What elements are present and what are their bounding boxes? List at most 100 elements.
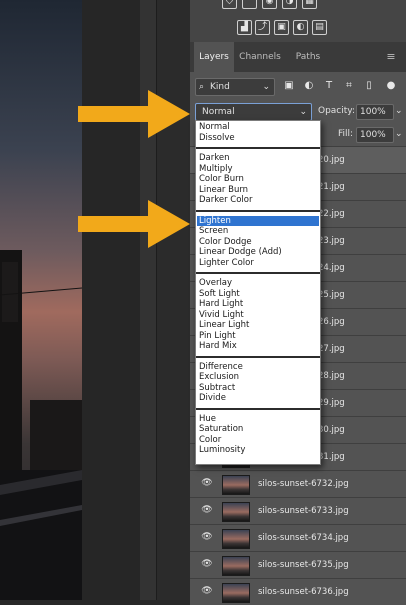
layer-name: 27.jpg bbox=[318, 344, 345, 354]
blend-option-difference[interactable]: Difference bbox=[197, 362, 319, 373]
visibility-eye-icon[interactable]: 👁 bbox=[200, 505, 214, 515]
layer-name: 24.jpg bbox=[318, 263, 345, 273]
layer-thumbnail bbox=[222, 475, 250, 495]
grid-icon[interactable]: ▦ bbox=[302, 0, 317, 9]
opacity-label: Opacity: bbox=[318, 106, 355, 116]
menu-separator bbox=[196, 407, 320, 410]
layer-row[interactable]: 👁 silos-sunset-6736.jpg bbox=[190, 578, 406, 605]
smart-object-filter-icon[interactable]: ▯ bbox=[362, 78, 376, 94]
blend-option-exclusion[interactable]: Exclusion bbox=[197, 372, 319, 383]
layer-row[interactable]: 👁 silos-sunset-6733.jpg bbox=[190, 497, 406, 524]
blend-option-pin-light[interactable]: Pin Light bbox=[197, 331, 319, 342]
blend-option-linear-burn[interactable]: Linear Burn bbox=[197, 185, 319, 196]
panel-menu-icon[interactable]: ≡ bbox=[382, 42, 400, 72]
mask-icon[interactable]: ▣ bbox=[274, 20, 289, 35]
blend-option-color-burn[interactable]: Color Burn bbox=[197, 174, 319, 185]
layer-name: silos-sunset-6734.jpg bbox=[258, 533, 349, 543]
tab-layers[interactable]: Layers bbox=[194, 42, 234, 72]
layer-name: 20.jpg bbox=[318, 155, 345, 165]
blend-row: Normal ⌄ Opacity: 100% ⌄ bbox=[190, 100, 406, 122]
tab-paths[interactable]: Paths bbox=[288, 42, 328, 72]
menu-separator bbox=[196, 355, 320, 358]
blend-option-color-dodge[interactable]: Color Dodge bbox=[197, 237, 319, 248]
blend-option-linear-light[interactable]: Linear Light bbox=[197, 320, 319, 331]
layer-name: 25.jpg bbox=[318, 290, 345, 300]
visibility-eye-icon[interactable]: 👁 bbox=[200, 559, 214, 569]
blend-option-divide[interactable]: Divide bbox=[197, 393, 319, 404]
layer-name: silos-sunset-6732.jpg bbox=[258, 479, 349, 489]
layer-thumbnail bbox=[222, 529, 250, 549]
curves-icon[interactable]: ⤴ bbox=[255, 20, 270, 35]
adjustment-filter-icon[interactable]: ◐ bbox=[302, 78, 316, 94]
blend-mode-value: Normal bbox=[202, 107, 235, 117]
blend-option-color[interactable]: Color bbox=[197, 435, 319, 446]
blend-option-soft-light[interactable]: Soft Light bbox=[197, 289, 319, 300]
blend-option-darker-color[interactable]: Darker Color bbox=[197, 195, 319, 206]
kind-filter-select[interactable]: ⌕ Kind ⌄ bbox=[195, 78, 275, 96]
adjustments-icon-row: ◇ ⌒ ◉ ◑ ▦ ▟ ⤴ ▣ ◐ ▤ bbox=[190, 0, 406, 42]
shape-filter-icon[interactable]: ⌗ bbox=[342, 78, 356, 94]
blend-option-hard-light[interactable]: Hard Light bbox=[197, 299, 319, 310]
blend-option-normal[interactable]: Normal bbox=[197, 122, 319, 133]
filter-toggle-icon[interactable]: ● bbox=[384, 78, 398, 94]
fill-field[interactable]: 100% bbox=[356, 127, 394, 143]
layer-row[interactable]: 👁 silos-sunset-6732.jpg bbox=[190, 470, 406, 497]
blend-option-darken[interactable]: Darken bbox=[197, 153, 319, 164]
levels-icon[interactable]: ▟ bbox=[237, 20, 252, 35]
blend-option-hard-mix[interactable]: Hard Mix bbox=[197, 341, 319, 352]
shape-icon[interactable]: ◇ bbox=[222, 0, 237, 9]
visibility-eye-icon[interactable]: 👁 bbox=[200, 478, 214, 488]
layer-name: 31.jpg bbox=[318, 452, 345, 462]
blend-option-lighter-color[interactable]: Lighter Color bbox=[197, 258, 319, 269]
layer-thumbnail bbox=[222, 583, 250, 603]
visibility-eye-icon[interactable]: 👁 bbox=[200, 586, 214, 596]
image-filter-icon[interactable]: ▣ bbox=[282, 78, 296, 94]
table-icon[interactable]: ▤ bbox=[312, 20, 327, 35]
menu-separator bbox=[196, 272, 320, 274]
blend-option-linear-dodge-add[interactable]: Linear Dodge (Add) bbox=[197, 247, 319, 258]
blend-option-subtract[interactable]: Subtract bbox=[197, 383, 319, 394]
opacity-value: 100% bbox=[360, 107, 386, 117]
warp-icon[interactable]: ⌒ bbox=[242, 0, 257, 9]
menu-separator bbox=[196, 209, 320, 212]
half-circle-icon[interactable]: ◐ bbox=[293, 20, 308, 35]
blend-option-dissolve[interactable]: Dissolve bbox=[197, 133, 319, 144]
fill-label: Fill: bbox=[338, 129, 354, 139]
chevron-down-icon[interactable]: ⌄ bbox=[395, 126, 403, 142]
kind-label: Kind bbox=[210, 82, 230, 92]
blend-mode-select[interactable]: Normal ⌄ bbox=[195, 103, 312, 121]
blend-option-hue[interactable]: Hue bbox=[197, 414, 319, 425]
visibility-eye-icon[interactable]: 👁 bbox=[200, 532, 214, 542]
layer-name: 28.jpg bbox=[318, 371, 345, 381]
layer-name: silos-sunset-6735.jpg bbox=[258, 560, 349, 570]
blend-option-lighten[interactable]: Lighten bbox=[197, 215, 319, 226]
layer-row[interactable]: 👁 silos-sunset-6734.jpg bbox=[190, 524, 406, 551]
blend-option-luminosity[interactable]: Luminosity bbox=[197, 445, 319, 456]
camera-icon[interactable]: ◉ bbox=[262, 0, 277, 9]
tab-channels[interactable]: Channels bbox=[236, 42, 284, 72]
arrow-pointer-icon bbox=[78, 90, 190, 138]
balance-icon[interactable]: ◑ bbox=[282, 0, 297, 9]
blend-option-screen[interactable]: Screen bbox=[197, 226, 319, 237]
chevron-down-icon[interactable]: ⌄ bbox=[395, 103, 403, 119]
blend-option-overlay[interactable]: Overlay bbox=[197, 278, 319, 289]
layer-row[interactable]: 👁 silos-sunset-6735.jpg bbox=[190, 551, 406, 578]
chevron-down-icon: ⌄ bbox=[262, 82, 270, 92]
layer-name: 22.jpg bbox=[318, 209, 345, 219]
type-filter-icon[interactable]: T bbox=[322, 78, 336, 94]
fill-value: 100% bbox=[360, 130, 386, 140]
filter-row: ⌕ Kind ⌄ ▣ ◐ T ⌗ ▯ ● bbox=[190, 72, 406, 100]
blend-option-vivid-light[interactable]: Vivid Light bbox=[197, 310, 319, 321]
blend-option-saturation[interactable]: Saturation bbox=[197, 424, 319, 435]
blend-option-multiply[interactable]: Multiply bbox=[197, 164, 319, 175]
menu-separator bbox=[196, 147, 320, 149]
arrow-pointer-icon bbox=[78, 200, 190, 248]
layer-name: 23.jpg bbox=[318, 236, 345, 246]
blend-mode-dropdown: Normal Dissolve Darken Multiply Color Burn Li… bbox=[195, 120, 321, 465]
photo-canvas[interactable] bbox=[0, 0, 82, 600]
opacity-field[interactable]: 100% bbox=[356, 104, 394, 120]
layer-name: 30.jpg bbox=[318, 425, 345, 435]
layer-thumbnail bbox=[222, 502, 250, 522]
silo-silhouette bbox=[0, 250, 82, 600]
search-icon: ⌕ bbox=[199, 82, 205, 92]
